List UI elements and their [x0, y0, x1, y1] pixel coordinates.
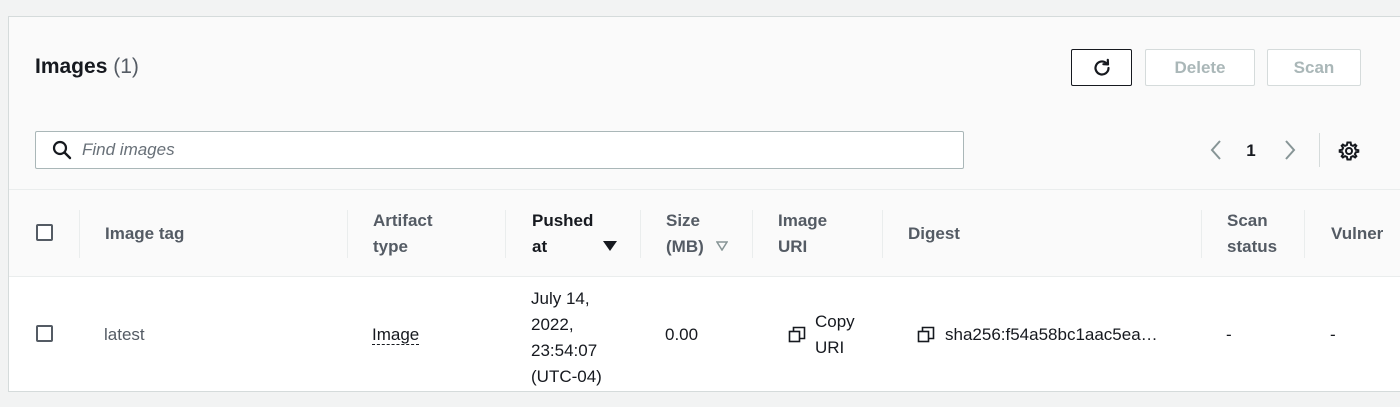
copy-uri-button[interactable]: Copy URI	[788, 309, 855, 361]
title-text: Images	[35, 55, 108, 78]
column-label-image-uri-line1: Image	[778, 211, 828, 230]
cell-artifact-type[interactable]: Image	[372, 322, 420, 348]
column-label-size-line1: Size	[666, 211, 701, 230]
pushed-at-line2: 2022,	[531, 315, 574, 334]
column-header-size[interactable]: Size (MB)	[666, 190, 756, 278]
cell-image-tag: latest	[104, 325, 145, 344]
table-row[interactable]: latest Image July 14, 2022, 23:54:07 (UT…	[9, 278, 1400, 391]
column-header-image-uri[interactable]: Image URI	[778, 190, 827, 278]
pagination-divider	[1319, 133, 1320, 167]
column-label-pushed-at-line1: Pushed	[532, 211, 594, 230]
page-title: Images (1)	[35, 55, 139, 79]
pushed-at-line1: July 14,	[531, 289, 590, 308]
current-page-number[interactable]: 1	[1241, 141, 1261, 161]
column-label-scan-status-line2: status	[1227, 237, 1278, 256]
images-panel: Images (1) Delete Scan 1	[8, 16, 1400, 392]
copy-uri-label-line1: Copy	[815, 312, 855, 331]
column-label-vulnerabilities: Vulner	[1331, 224, 1384, 243]
next-page-button[interactable]	[1277, 137, 1303, 163]
preferences-button[interactable]	[1335, 137, 1363, 165]
pushed-at-line4: (UTC-04)	[531, 367, 602, 386]
cell-digest[interactable]: sha256:f54a58bc1aac5ea…	[917, 322, 1158, 348]
column-header-artifact-type[interactable]: Artifact type	[373, 190, 433, 278]
copy-icon[interactable]	[917, 326, 935, 344]
column-header-pushed-at[interactable]: Pushed at	[532, 190, 632, 278]
scan-button[interactable]: Scan	[1267, 49, 1361, 86]
cell-vulnerabilities: -	[1330, 325, 1336, 344]
column-divider	[882, 210, 883, 258]
cell-size: 0.00	[665, 325, 699, 344]
copy-icon	[788, 326, 806, 343]
column-label-size-line2: (MB)	[666, 237, 704, 256]
chevron-left-icon	[1210, 140, 1221, 160]
column-divider	[347, 210, 348, 258]
pushed-at-line3: 23:54:07	[531, 341, 598, 360]
search-input[interactable]	[80, 139, 963, 161]
column-label-scan-status-line1: Scan	[1227, 211, 1268, 230]
table-header: Image tag Artifact type Pushed at Size (…	[9, 189, 1400, 277]
gear-icon	[1338, 141, 1360, 161]
column-label-image-tag: Image tag	[105, 224, 185, 243]
cell-pushed-at: July 14, 2022, 23:54:07 (UTC-04)	[531, 286, 602, 390]
chevron-right-icon	[1285, 140, 1296, 160]
search-icon	[44, 132, 80, 168]
column-label-artifact-type-line1: Artifact	[373, 211, 433, 230]
digest-value: sha256:f54a58bc1aac5ea…	[945, 325, 1158, 344]
sort-unsorted-icon	[716, 241, 728, 251]
column-header-digest[interactable]: Digest	[908, 190, 960, 278]
column-label-digest: Digest	[908, 224, 960, 243]
copy-uri-label-line2: URI	[815, 338, 845, 357]
column-divider	[505, 210, 506, 258]
image-count: (1)	[113, 55, 139, 78]
panel-header: Images (1) Delete Scan 1	[9, 17, 1400, 189]
column-label-artifact-type-line2: type	[373, 237, 408, 256]
delete-button[interactable]: Delete	[1145, 49, 1255, 86]
row-select-checkbox[interactable]	[36, 325, 53, 342]
cell-scan-status: -	[1226, 325, 1232, 344]
column-label-image-uri-line2: URI	[778, 237, 808, 256]
column-divider	[79, 210, 80, 258]
sort-descending-icon	[603, 241, 617, 251]
column-header-vulnerabilities[interactable]: Vulner	[1331, 190, 1383, 278]
column-divider	[640, 210, 641, 258]
column-divider	[1304, 210, 1305, 258]
column-label-pushed-at-line2: at	[532, 237, 548, 256]
column-header-scan-status[interactable]: Scan status	[1227, 190, 1277, 278]
previous-page-button[interactable]	[1203, 137, 1229, 163]
column-divider	[1201, 210, 1202, 258]
refresh-button[interactable]	[1071, 49, 1132, 86]
artifact-type-link[interactable]: Image	[372, 325, 420, 345]
column-divider	[752, 210, 753, 258]
search-box[interactable]	[35, 131, 964, 169]
select-all-checkbox[interactable]	[36, 224, 53, 241]
column-header-image-tag[interactable]: Image tag	[105, 190, 184, 278]
refresh-icon	[1093, 58, 1110, 76]
